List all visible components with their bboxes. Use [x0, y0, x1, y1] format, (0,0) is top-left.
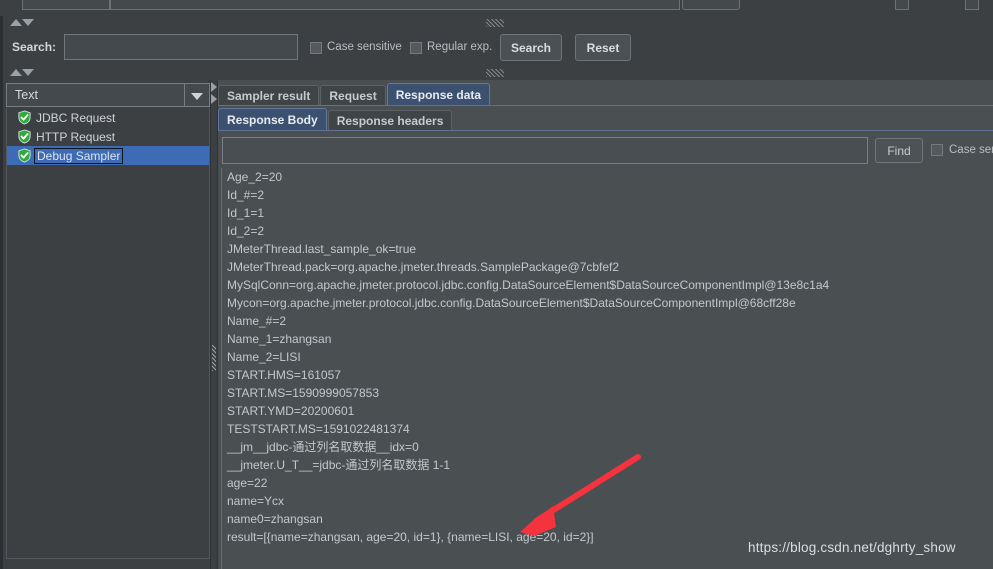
splitter-arrow-down-icon[interactable] — [211, 94, 217, 104]
panel-edge — [0, 30, 3, 66]
response-body-line: MySqlConn=org.apache.jmeter.protocol.jdb… — [227, 278, 830, 292]
results-tree-panel: Text JDBC Request HTTP Request Debug Sampl… — [0, 80, 210, 569]
response-body-line: START.HMS=161057 — [227, 368, 341, 382]
sampler-tree[interactable]: JDBC Request HTTP Request Debug Sampler — [6, 108, 210, 559]
clipped-checkbox-2[interactable] — [965, 0, 979, 10]
find-button[interactable]: Find — [875, 138, 923, 163]
splitter-grip[interactable] — [486, 19, 504, 27]
find-case-sensitive-label: Case sens — [949, 144, 993, 156]
chevron-down-icon — [191, 93, 203, 100]
response-body-line: Name_#=2 — [227, 314, 287, 328]
splitter-grip[interactable] — [212, 345, 216, 371]
response-body-line: Age_2=20 — [227, 170, 283, 184]
response-body-line: Name_1=zhangsan — [227, 332, 332, 346]
collapse-up-icon[interactable] — [10, 19, 22, 26]
collapse-up-icon[interactable] — [10, 69, 22, 76]
tab-sampler-result[interactable]: Sampler result — [218, 85, 320, 105]
tree-item-jdbc-request[interactable]: JDBC Request — [7, 108, 209, 127]
tab-response-body[interactable]: Response Body — [218, 108, 327, 130]
tree-item-label: JDBC Request — [36, 110, 116, 125]
response-body-line: START.YMD=20200601 — [227, 404, 355, 418]
search-toolbar: Search: Case sensitive Regular exp. Sear… — [0, 30, 993, 66]
case-sensitive-label: Case sensitive — [327, 41, 402, 53]
response-body-line: START.MS=1590999057853 — [227, 386, 379, 400]
tree-item-http-request[interactable]: HTTP Request — [7, 127, 209, 146]
response-body-text[interactable]: Age_2=20 Id_#=2 Id_1=1 Id_2=2 JMeterThread.l… — [220, 168, 993, 569]
response-body-line: result=[{name=zhangsan, age=20, id=1}, {… — [227, 530, 594, 544]
collapse-down-icon[interactable] — [22, 69, 34, 76]
response-body-line: name0=zhangsan — [227, 512, 323, 526]
response-body-line: age=22 — [227, 476, 268, 490]
tab-request[interactable]: Request — [320, 85, 386, 105]
response-body-line: __jmeter.U_T__=jdbc-通过列名取数据 1-1 — [227, 458, 451, 472]
regular-exp-checkbox[interactable] — [410, 42, 422, 54]
outer-tab-bar: Sampler result Request Response data — [218, 83, 491, 105]
reset-button[interactable]: Reset — [575, 34, 631, 61]
green-shield-check-icon — [18, 110, 31, 125]
splitter-line-left — [210, 80, 211, 569]
response-body-line: Id_2=2 — [227, 224, 265, 238]
collapse-down-icon[interactable] — [22, 19, 34, 26]
find-input[interactable] — [222, 137, 868, 164]
panel-edge — [0, 16, 3, 30]
find-case-sensitive-checkbox[interactable] — [931, 144, 943, 156]
render-format-combo[interactable]: Text — [6, 83, 210, 107]
combo-arrow-box[interactable] — [184, 84, 209, 106]
response-body-line: JMeterThread.last_sample_ok=true — [227, 242, 417, 256]
collapse-strip-top — [0, 16, 993, 30]
splitter-grip[interactable] — [486, 69, 504, 77]
tab-response-data[interactable]: Response data — [386, 83, 491, 105]
response-body-line: Id_1=1 — [227, 206, 265, 220]
jmeter-view-results-tree-window: Search: Case sensitive Regular exp. Sear… — [0, 0, 993, 569]
vertical-splitter[interactable] — [210, 80, 218, 569]
response-body-line: Id_#=2 — [227, 188, 265, 202]
response-body-line: name=Ycx — [227, 494, 285, 508]
splitter-arrow-up-icon[interactable] — [211, 82, 217, 92]
response-panel: Sampler result Request Response data Respo… — [218, 80, 993, 569]
response-body-line: __jm__jdbc-通过列名取数据__idx=0 — [227, 440, 419, 454]
regular-exp-label: Regular exp. — [427, 41, 493, 53]
inner-tab-underline — [218, 130, 993, 131]
clipped-text-field[interactable] — [110, 0, 680, 10]
watermark-url: https://blog.csdn.net/dghrty_show — [748, 540, 956, 555]
response-body-line: TESTSTART.MS=1591022481374 — [227, 422, 410, 436]
response-body-line: Name_2=LISI — [227, 350, 301, 364]
render-format-value: Text — [15, 88, 38, 102]
response-body-line: Mycon=org.apache.jmeter.protocol.jdbc.co… — [227, 296, 796, 310]
green-shield-check-icon — [18, 129, 31, 144]
response-body-line: JMeterThread.pack=org.apache.jmeter.thre… — [227, 260, 620, 274]
inner-tab-bar: Response Body Response headers — [218, 108, 453, 130]
top-clipped-toolbar — [0, 0, 993, 17]
panel-edge — [0, 80, 3, 569]
search-input[interactable] — [64, 34, 298, 60]
tree-item-debug-sampler[interactable]: Debug Sampler — [7, 146, 209, 165]
tree-item-label: Debug Sampler — [34, 147, 124, 164]
tab-underline — [218, 105, 993, 106]
collapse-strip-bottom — [0, 66, 993, 80]
clipped-label-box — [22, 0, 110, 10]
case-sensitive-checkbox[interactable] — [310, 42, 322, 54]
green-shield-check-icon — [18, 148, 31, 163]
search-label: Search: — [12, 40, 57, 54]
clipped-checkbox-1[interactable] — [895, 0, 909, 10]
clipped-button[interactable] — [682, 0, 740, 10]
search-button[interactable]: Search — [500, 34, 562, 61]
tab-response-headers[interactable]: Response headers — [327, 110, 453, 130]
panel-edge — [0, 66, 3, 80]
tree-item-label: HTTP Request — [36, 129, 116, 144]
